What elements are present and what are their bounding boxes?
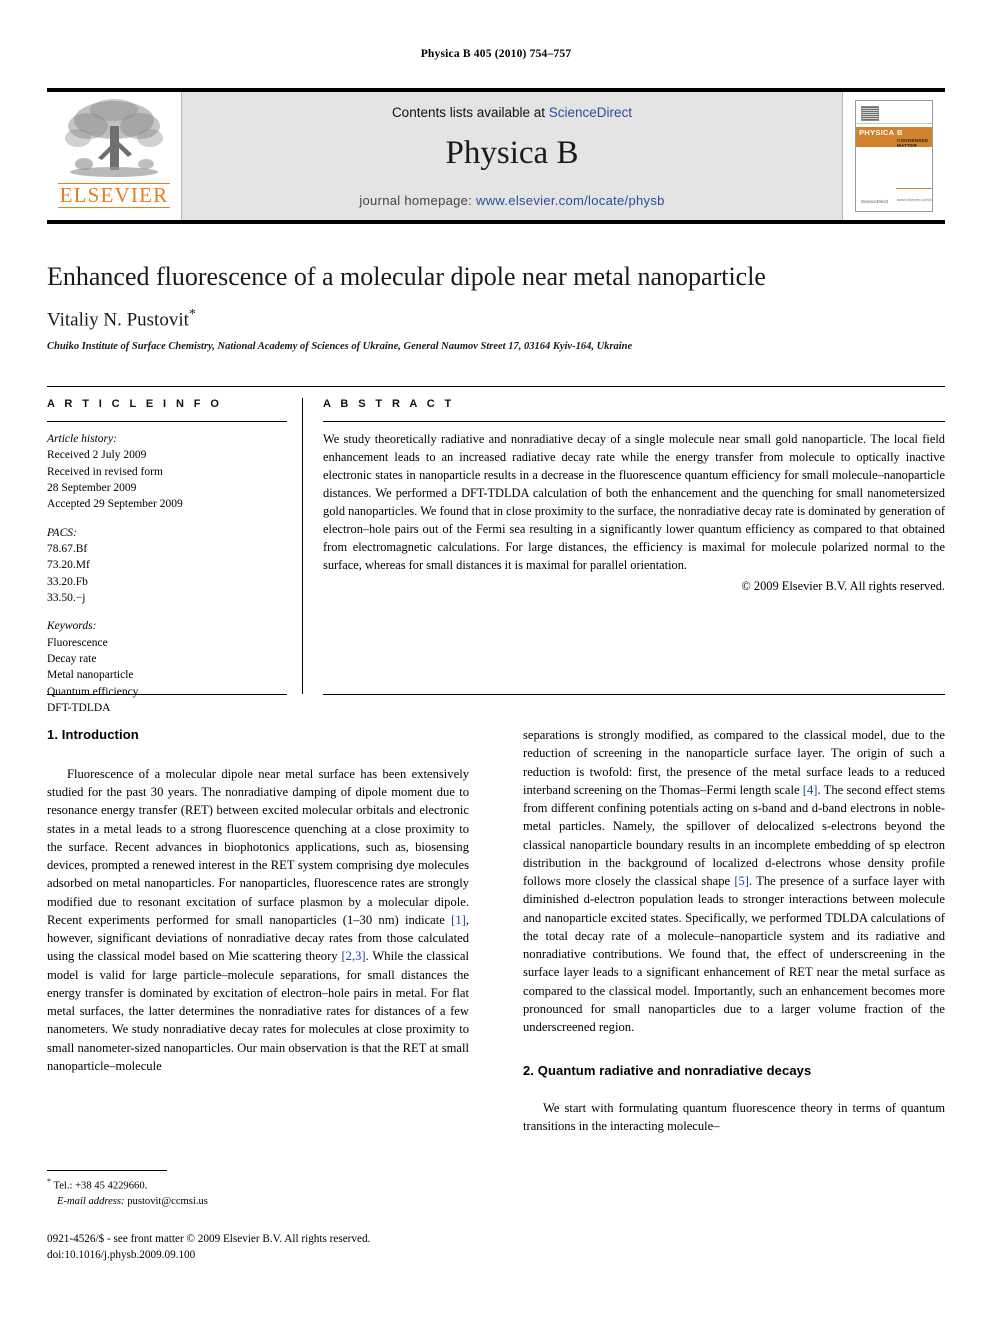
elsevier-tree-icon: [65, 99, 163, 177]
contents-prefix: Contents lists available at: [391, 105, 549, 120]
intro-text-c: . While the classical model is valid for…: [47, 949, 469, 1073]
cover-rule: [896, 188, 932, 189]
homepage-url-link[interactable]: www.elsevier.com/locate/physb: [476, 193, 665, 208]
cover-band-letter: B: [897, 128, 903, 137]
citation-5-link[interactable]: [5]: [734, 874, 749, 888]
imprint-doi-line[interactable]: doi:10.1016/j.physb.2009.09.100: [47, 1247, 507, 1263]
info-abstract-divider: [302, 398, 303, 694]
footnote-telephone: * Tel.: +38 45 4229660.: [47, 1176, 469, 1194]
imprint-issn-line: 0921-4526/$ - see front matter © 2009 El…: [47, 1233, 371, 1245]
keyword-item: Quantum efficiency: [47, 685, 139, 698]
keywords-block: Keywords: Fluorescence Decay rate Metal …: [47, 618, 287, 716]
pacs-code: 33.20.Fb: [47, 575, 88, 588]
body-column-right: separations is strongly modified, as com…: [523, 726, 945, 1136]
intro-cont-c: . The presence of a surface layer with d…: [523, 874, 946, 1034]
homepage-prefix: journal homepage:: [359, 193, 477, 208]
pacs-code: 33.50.−j: [47, 591, 86, 604]
section2-paragraph: We start with formulating quantum fluore…: [523, 1101, 945, 1134]
history-revised-date: 28 September 2009: [47, 481, 137, 494]
cover-band-title: PHYSICA: [859, 128, 895, 137]
intro-paragraph-left: Fluorescence of a molecular dipole near …: [47, 765, 469, 1075]
intro-cont-b: . The second effect stems from different…: [523, 782, 945, 888]
page-title: Enhanced fluorescence of a molecular dip…: [47, 262, 766, 291]
cover-divider: [856, 123, 932, 124]
info-top-rule: [47, 386, 945, 387]
article-info-rule: [47, 421, 287, 422]
intro-paragraph-right: separations is strongly modified, as com…: [523, 726, 945, 1036]
contents-available-line: Contents lists available at ScienceDirec…: [182, 105, 842, 120]
elsevier-logo: ELSEVIER: [47, 92, 182, 220]
footnote-email-label: E-mail address:: [57, 1196, 125, 1208]
abstract-heading: A B S T R A C T: [323, 398, 455, 410]
keyword-item: Fluorescence: [47, 636, 108, 649]
abstract-bottom-rule: [323, 694, 945, 695]
paper-page: Physica B 405 (2010) 754–757 ELSEVIER Co…: [0, 0, 992, 1323]
keyword-item: Metal nanoparticle: [47, 669, 134, 682]
history-accepted: Accepted 29 September 2009: [47, 498, 183, 511]
journal-banner: Contents lists available at ScienceDirec…: [182, 92, 842, 220]
footnote-tel-text: Tel.: +38 45 4229660.: [53, 1180, 148, 1192]
article-history-block: Article history: Received 2 July 2009 Re…: [47, 431, 287, 513]
pacs-code: 73.20.Mf: [47, 559, 90, 572]
body-column-left: 1. Introduction Fluorescence of a molecu…: [47, 726, 469, 1075]
cover-footer-left: ScienceDirect: [861, 199, 889, 204]
cover-image: PHYSICA B CONDENSED MATTER ScienceDirect…: [855, 100, 933, 212]
abstract-text: We study theoretically radiative and non…: [323, 432, 945, 572]
cover-footer-right: www.elsevier.com/locate/physb: [897, 197, 933, 202]
keyword-item: Decay rate: [47, 652, 97, 665]
journal-masthead: ELSEVIER Contents lists available at Sci…: [47, 88, 945, 224]
citation-4-link[interactable]: [4]: [803, 783, 818, 797]
section-heading-quantum-decays: 2. Quantum radiative and nonradiative de…: [523, 1063, 812, 1079]
imprint-block: 0921-4526/$ - see front matter © 2009 El…: [47, 1231, 507, 1263]
article-info-column: A R T I C L E I N F O Article history: R…: [47, 398, 287, 716]
cover-inset-icon: [861, 106, 879, 121]
pacs-block: PACS: 78.67.Bf 73.20.Mf 33.20.Fb 33.50.−…: [47, 525, 287, 607]
corresponding-author-marker: *: [188, 307, 196, 322]
affiliation: Chuiko Institute of Surface Chemistry, N…: [47, 341, 633, 352]
journal-cover-thumbnail: PHYSICA B CONDENSED MATTER ScienceDirect…: [842, 92, 945, 220]
keyword-item: DFT-TDLDA: [47, 701, 111, 714]
citation-1-link[interactable]: [1]: [451, 913, 466, 927]
section-heading-introduction: 1. Introduction: [47, 727, 139, 742]
footnote-block: * Tel.: +38 45 4229660. E-mail address: …: [47, 1176, 469, 1210]
history-received: Received 2 July 2009: [47, 449, 147, 462]
abstract-copyright: © 2009 Elsevier B.V. All rights reserved…: [741, 578, 945, 593]
author-list: Vitaliy N. Pustovit*: [47, 307, 927, 331]
sciencedirect-link[interactable]: ScienceDirect: [549, 105, 632, 120]
abstract-rule: [323, 421, 945, 422]
footnote-rule: [47, 1170, 167, 1171]
journal-title: Physica B: [445, 135, 579, 171]
intro-text-a: Fluorescence of a molecular dipole near …: [47, 766, 469, 927]
info-spacer-1: [47, 513, 287, 525]
pacs-code: 78.67.Bf: [47, 542, 88, 555]
history-revised-label: Received in revised form: [47, 465, 163, 478]
footnote-email-address[interactable]: pustovit@ccmsi.us: [127, 1196, 208, 1207]
abstract-column: A B S T R A C T We study theoretically r…: [323, 398, 945, 594]
pacs-label: PACS:: [47, 526, 77, 539]
footnote-marker: *: [47, 1177, 51, 1186]
elsevier-wordmark: ELSEVIER: [57, 183, 171, 209]
footnote-email: E-mail address: pustovit@ccmsi.us: [47, 1194, 469, 1210]
article-history-label: Article history:: [47, 433, 117, 445]
journal-homepage-line: journal homepage: www.elsevier.com/locat…: [182, 193, 842, 208]
info-spacer-2: [47, 606, 287, 618]
cover-subtitle: CONDENSED MATTER: [897, 138, 929, 148]
author-name: Vitaliy N. Pustovit: [47, 309, 189, 331]
running-head: Physica B 405 (2010) 754–757: [420, 48, 572, 60]
article-info-heading: A R T I C L E I N F O: [47, 398, 223, 410]
info-bottom-rule: [47, 694, 287, 695]
citation-2-3-link[interactable]: [2,3]: [341, 949, 365, 963]
masthead-rule-bottom: [47, 220, 945, 224]
keywords-label: Keywords:: [47, 620, 97, 633]
